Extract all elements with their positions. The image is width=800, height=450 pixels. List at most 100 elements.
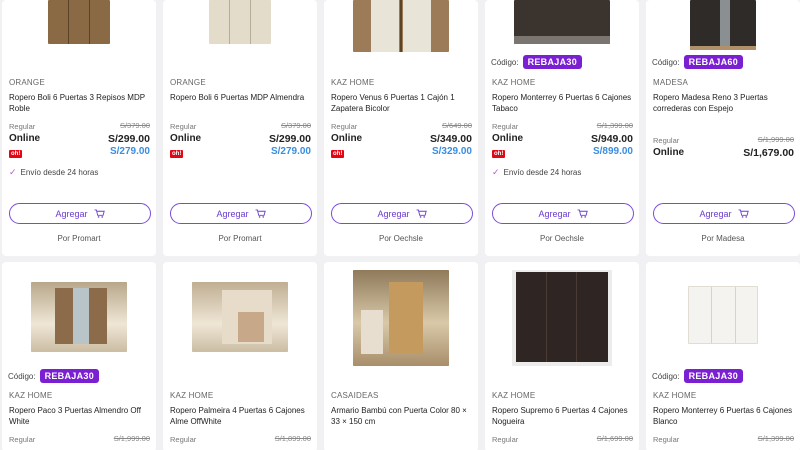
oh-card-badge: oh! (492, 150, 506, 158)
product-title[interactable]: Ropero Monterrey 6 Puertas 6 Cajones Tab… (492, 92, 634, 114)
regular-price-label: Regular (492, 435, 519, 444)
coupon-code: Código: REBAJA60 (652, 55, 743, 69)
product-brand: ORANGE (170, 78, 206, 87)
online-price-label: Online (9, 133, 41, 144)
product-title[interactable]: Ropero Madesa Reno 3 Puertas correderas … (653, 92, 795, 114)
product-card[interactable]: KAZ HOME Ropero Palmeira 4 Puertas 6 Caj… (163, 262, 317, 450)
add-to-cart-button[interactable]: Agregar (9, 203, 151, 224)
product-image[interactable] (324, 0, 478, 52)
add-to-cart-button[interactable]: Agregar (492, 203, 634, 224)
product-title[interactable]: Ropero Boli 6 Puertas MDP Almendra (170, 92, 312, 103)
product-image[interactable] (646, 286, 800, 346)
product-title[interactable]: Ropero Supremo 6 Puertas 4 Cajones Nogue… (492, 405, 634, 427)
seller-info: Por Oechsle (539, 234, 585, 243)
product-card[interactable]: ORANGE Ropero Boli 6 Puertas MDP Almendr… (163, 0, 317, 256)
online-price: S/949.00 (590, 133, 633, 145)
product-image[interactable] (2, 0, 156, 48)
coupon-badge[interactable]: REBAJA60 (683, 55, 743, 69)
product-title[interactable]: Ropero Paco 3 Puertas Almendro Off White (9, 405, 151, 427)
cart-icon (738, 209, 749, 218)
coupon-label: Código: (491, 57, 519, 67)
oh-card-badge: oh! (9, 150, 23, 158)
product-brand: KAZ HOME (9, 391, 53, 400)
product-title[interactable]: Ropero Monterrey 6 Puertas 6 Cajones Bla… (653, 405, 795, 427)
online-price: S/1,679.00 (743, 147, 794, 159)
add-button-label: Agregar (538, 208, 571, 219)
product-brand: ORANGE (9, 78, 45, 87)
cart-icon (94, 209, 105, 218)
seller-info: Por Promart (57, 234, 101, 243)
regular-price: S/379.00 (280, 121, 311, 130)
shipping-text: Envío desde 24 horas (503, 168, 582, 177)
regular-price: S/1,399.00 (757, 434, 794, 443)
online-price-label: Online (492, 133, 524, 144)
product-card[interactable]: Código: REBAJA60 MADESA Ropero Madesa Re… (646, 0, 800, 256)
product-grid: ORANGE Ropero Boli 6 Puertas 3 Repisos M… (0, 0, 800, 450)
shipping-info: ✓ Envío desde 24 horas (492, 167, 581, 178)
seller-info: Por Promart (218, 234, 262, 243)
regular-price-label: Regular (9, 435, 36, 444)
regular-price: S/1,699.00 (596, 434, 633, 443)
regular-price: S/1,899.00 (274, 434, 311, 443)
online-price: S/299.00 (107, 133, 150, 145)
seller-info: Por Oechsle (378, 234, 424, 243)
coupon-code: Código: REBAJA30 (8, 369, 99, 383)
add-button-label: Agregar (377, 208, 410, 219)
add-to-cart-button[interactable]: Agregar (653, 203, 795, 224)
product-card[interactable]: KAZ HOME Ropero Venus 6 Puertas 1 Cajón … (324, 0, 478, 256)
product-image[interactable] (163, 0, 317, 48)
regular-price-label: Regular (170, 122, 197, 131)
oh-card-badge: oh! (331, 150, 345, 158)
coupon-code: Código: REBAJA30 (491, 55, 582, 69)
add-to-cart-button[interactable]: Agregar (331, 203, 473, 224)
product-image[interactable] (163, 282, 317, 352)
coupon-badge[interactable]: REBAJA30 (522, 55, 582, 69)
product-title[interactable]: Ropero Boli 6 Puertas 3 Repisos MDP Robl… (9, 92, 151, 114)
online-price: S/349.00 (429, 133, 472, 145)
oh-card-badge: oh! (170, 150, 184, 158)
product-brand: KAZ HOME (492, 78, 536, 87)
product-title[interactable]: Ropero Venus 6 Puertas 1 Cajón 1 Zapater… (331, 92, 473, 114)
card-price: S/279.00 (270, 146, 311, 157)
regular-price: S/1,399.00 (596, 121, 633, 130)
coupon-label: Código: (8, 371, 36, 381)
coupon-badge[interactable]: REBAJA30 (683, 369, 743, 383)
check-icon: ✓ (9, 167, 17, 177)
product-card[interactable]: Código: REBAJA30 KAZ HOME Ropero Monterr… (646, 262, 800, 450)
add-button-label: Agregar (699, 208, 732, 219)
card-price: S/279.00 (109, 146, 150, 157)
coupon-badge[interactable]: REBAJA30 (39, 369, 99, 383)
product-card[interactable]: KAZ HOME Ropero Supremo 6 Puertas 4 Cajo… (485, 262, 639, 450)
product-brand: KAZ HOME (170, 391, 214, 400)
product-image[interactable] (485, 270, 639, 366)
add-to-cart-button[interactable]: Agregar (170, 203, 312, 224)
product-card[interactable]: CASAIDEAS Armario Bambú con Puerta Color… (324, 262, 478, 450)
product-title[interactable]: Armario Bambú con Puerta Color 80 × 33 ×… (331, 405, 473, 427)
cart-icon (416, 209, 427, 218)
regular-price: S/1,999.00 (113, 434, 150, 443)
product-brand: CASAIDEAS (331, 391, 379, 400)
regular-price-label: Regular (331, 122, 358, 131)
product-card[interactable]: ORANGE Ropero Boli 6 Puertas 3 Repisos M… (2, 0, 156, 256)
product-card[interactable]: Código: REBAJA30 KAZ HOME Ropero Paco 3 … (2, 262, 156, 450)
product-image[interactable] (324, 270, 478, 366)
regular-price-label: Regular (170, 435, 197, 444)
cart-icon (577, 209, 588, 218)
online-price: S/299.00 (268, 133, 311, 145)
add-button-label: Agregar (216, 208, 249, 219)
coupon-code: Código: REBAJA30 (652, 369, 743, 383)
regular-price-label: Regular (653, 435, 680, 444)
product-brand: KAZ HOME (653, 391, 697, 400)
product-brand: KAZ HOME (492, 391, 536, 400)
card-price: S/899.00 (592, 146, 633, 157)
add-button-label: Agregar (55, 208, 88, 219)
regular-price: S/1,999.00 (757, 135, 794, 144)
online-price-label: Online (653, 147, 685, 158)
seller-info: Por Madesa (701, 234, 745, 243)
coupon-label: Código: (652, 371, 680, 381)
product-card[interactable]: Código: REBAJA30 KAZ HOME Ropero Monterr… (485, 0, 639, 256)
product-image[interactable] (646, 0, 800, 50)
product-image[interactable] (485, 0, 639, 44)
product-image[interactable] (2, 282, 156, 352)
product-title[interactable]: Ropero Palmeira 4 Puertas 6 Cajones Alme… (170, 405, 312, 427)
